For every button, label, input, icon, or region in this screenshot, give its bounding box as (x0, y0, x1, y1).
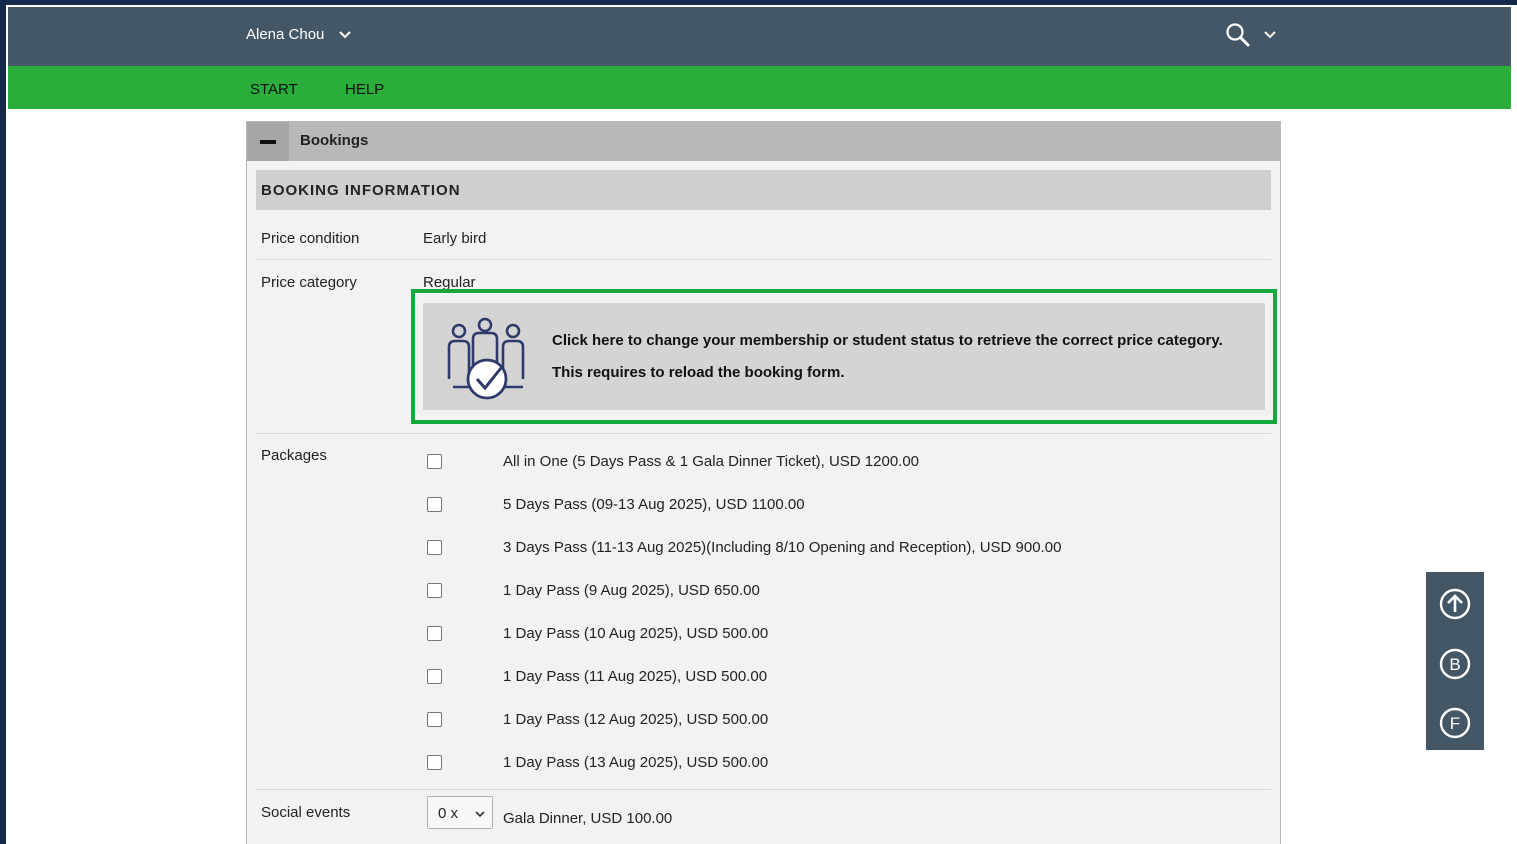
arrow-up-circle-icon[interactable] (1439, 588, 1471, 620)
package-label: All in One (5 Days Pass & 1 Gala Dinner … (503, 452, 920, 470)
packages-label: Packages (261, 447, 327, 464)
social-event-label: Gala Dinner, USD 100.00 (503, 810, 673, 827)
panel-title: Bookings (300, 132, 369, 149)
panel-header: Bookings (247, 122, 1280, 161)
divider (256, 259, 1271, 260)
price-condition-label: Price condition (261, 230, 360, 247)
membership-notice[interactable]: Click here to change your membership or … (423, 303, 1265, 410)
letter-f: F (1450, 714, 1460, 733)
package-label: 3 Days Pass (11-13 Aug 2025)(Including 8… (503, 538, 1062, 556)
package-label: 1 Day Pass (10 Aug 2025), USD 500.00 (503, 624, 769, 642)
user-menu[interactable]: Alena Chou (246, 26, 352, 43)
main-nav: START HELP (8, 66, 1511, 109)
letter-b: B (1449, 655, 1460, 674)
social-events-label: Social events (261, 804, 351, 821)
nav-item-start[interactable]: START (250, 81, 298, 98)
package-checkbox[interactable] (427, 668, 442, 684)
package-checkbox[interactable] (427, 453, 442, 469)
user-name: Alena Chou (246, 26, 325, 43)
package-option[interactable]: All in One (5 Days Pass & 1 Gala Dinner … (427, 451, 1247, 471)
search-icon (1226, 23, 1250, 47)
quantity-value: 0 x (438, 805, 459, 822)
bookings-panel: Bookings BOOKING INFORMATION Price condi… (246, 121, 1281, 844)
package-label: 1 Day Pass (12 Aug 2025), USD 500.00 (503, 710, 769, 728)
minus-icon (260, 140, 276, 144)
package-checkbox[interactable] (427, 625, 442, 641)
nav-item-help[interactable]: HELP (345, 81, 384, 98)
package-label: 1 Day Pass (13 Aug 2025), USD 500.00 (503, 753, 769, 771)
package-label: 1 Day Pass (11 Aug 2025), USD 500.00 (503, 667, 768, 685)
gala-dinner-quantity-select[interactable]: 0 x (427, 796, 493, 829)
membership-notice-line1: Click here to change your membership or … (552, 332, 1223, 349)
chevron-down-icon (475, 811, 485, 818)
package-option[interactable]: 1 Day Pass (10 Aug 2025), USD 500.00 (427, 623, 1247, 643)
letter-f-circle-icon[interactable]: F (1439, 707, 1471, 739)
package-checkbox[interactable] (427, 754, 442, 770)
package-label: 5 Days Pass (09-13 Aug 2025), USD 1100.0… (503, 495, 805, 513)
package-option[interactable]: 1 Day Pass (9 Aug 2025), USD 650.00 (427, 580, 1247, 600)
group-check-icon (447, 317, 525, 400)
price-category-label: Price category (261, 274, 357, 291)
package-checkbox[interactable] (427, 582, 442, 598)
chevron-down-icon (1264, 31, 1276, 39)
package-option[interactable]: 5 Days Pass (09-13 Aug 2025), USD 1100.0… (427, 494, 1247, 514)
collapse-button[interactable] (247, 122, 289, 161)
divider (256, 789, 1271, 790)
membership-notice-line2: This requires to reload the booking form… (552, 364, 845, 381)
package-checkbox[interactable] (427, 539, 442, 555)
search-menu[interactable] (1225, 22, 1277, 48)
divider (256, 433, 1271, 434)
side-toolbar: B F (1426, 572, 1484, 750)
section-title: BOOKING INFORMATION (261, 182, 461, 199)
chevron-down-icon (339, 30, 352, 38)
package-label: 1 Day Pass (9 Aug 2025), USD 650.00 (503, 581, 760, 599)
package-option[interactable]: 3 Days Pass (11-13 Aug 2025)(Including 8… (427, 537, 1247, 557)
package-option[interactable]: 1 Day Pass (12 Aug 2025), USD 500.00 (427, 709, 1247, 729)
membership-status-link[interactable]: Click here to change your membership or … (411, 289, 1277, 424)
price-condition-value: Early bird (423, 230, 487, 247)
package-option[interactable]: 1 Day Pass (13 Aug 2025), USD 500.00 (427, 752, 1247, 772)
package-option[interactable]: 1 Day Pass (11 Aug 2025), USD 500.00 (427, 666, 1247, 686)
letter-b-circle-icon[interactable]: B (1439, 648, 1471, 680)
package-checkbox[interactable] (427, 496, 442, 512)
top-bar: Alena Chou (8, 7, 1511, 66)
package-checkbox[interactable] (427, 711, 442, 727)
section-header: BOOKING INFORMATION (256, 170, 1271, 210)
